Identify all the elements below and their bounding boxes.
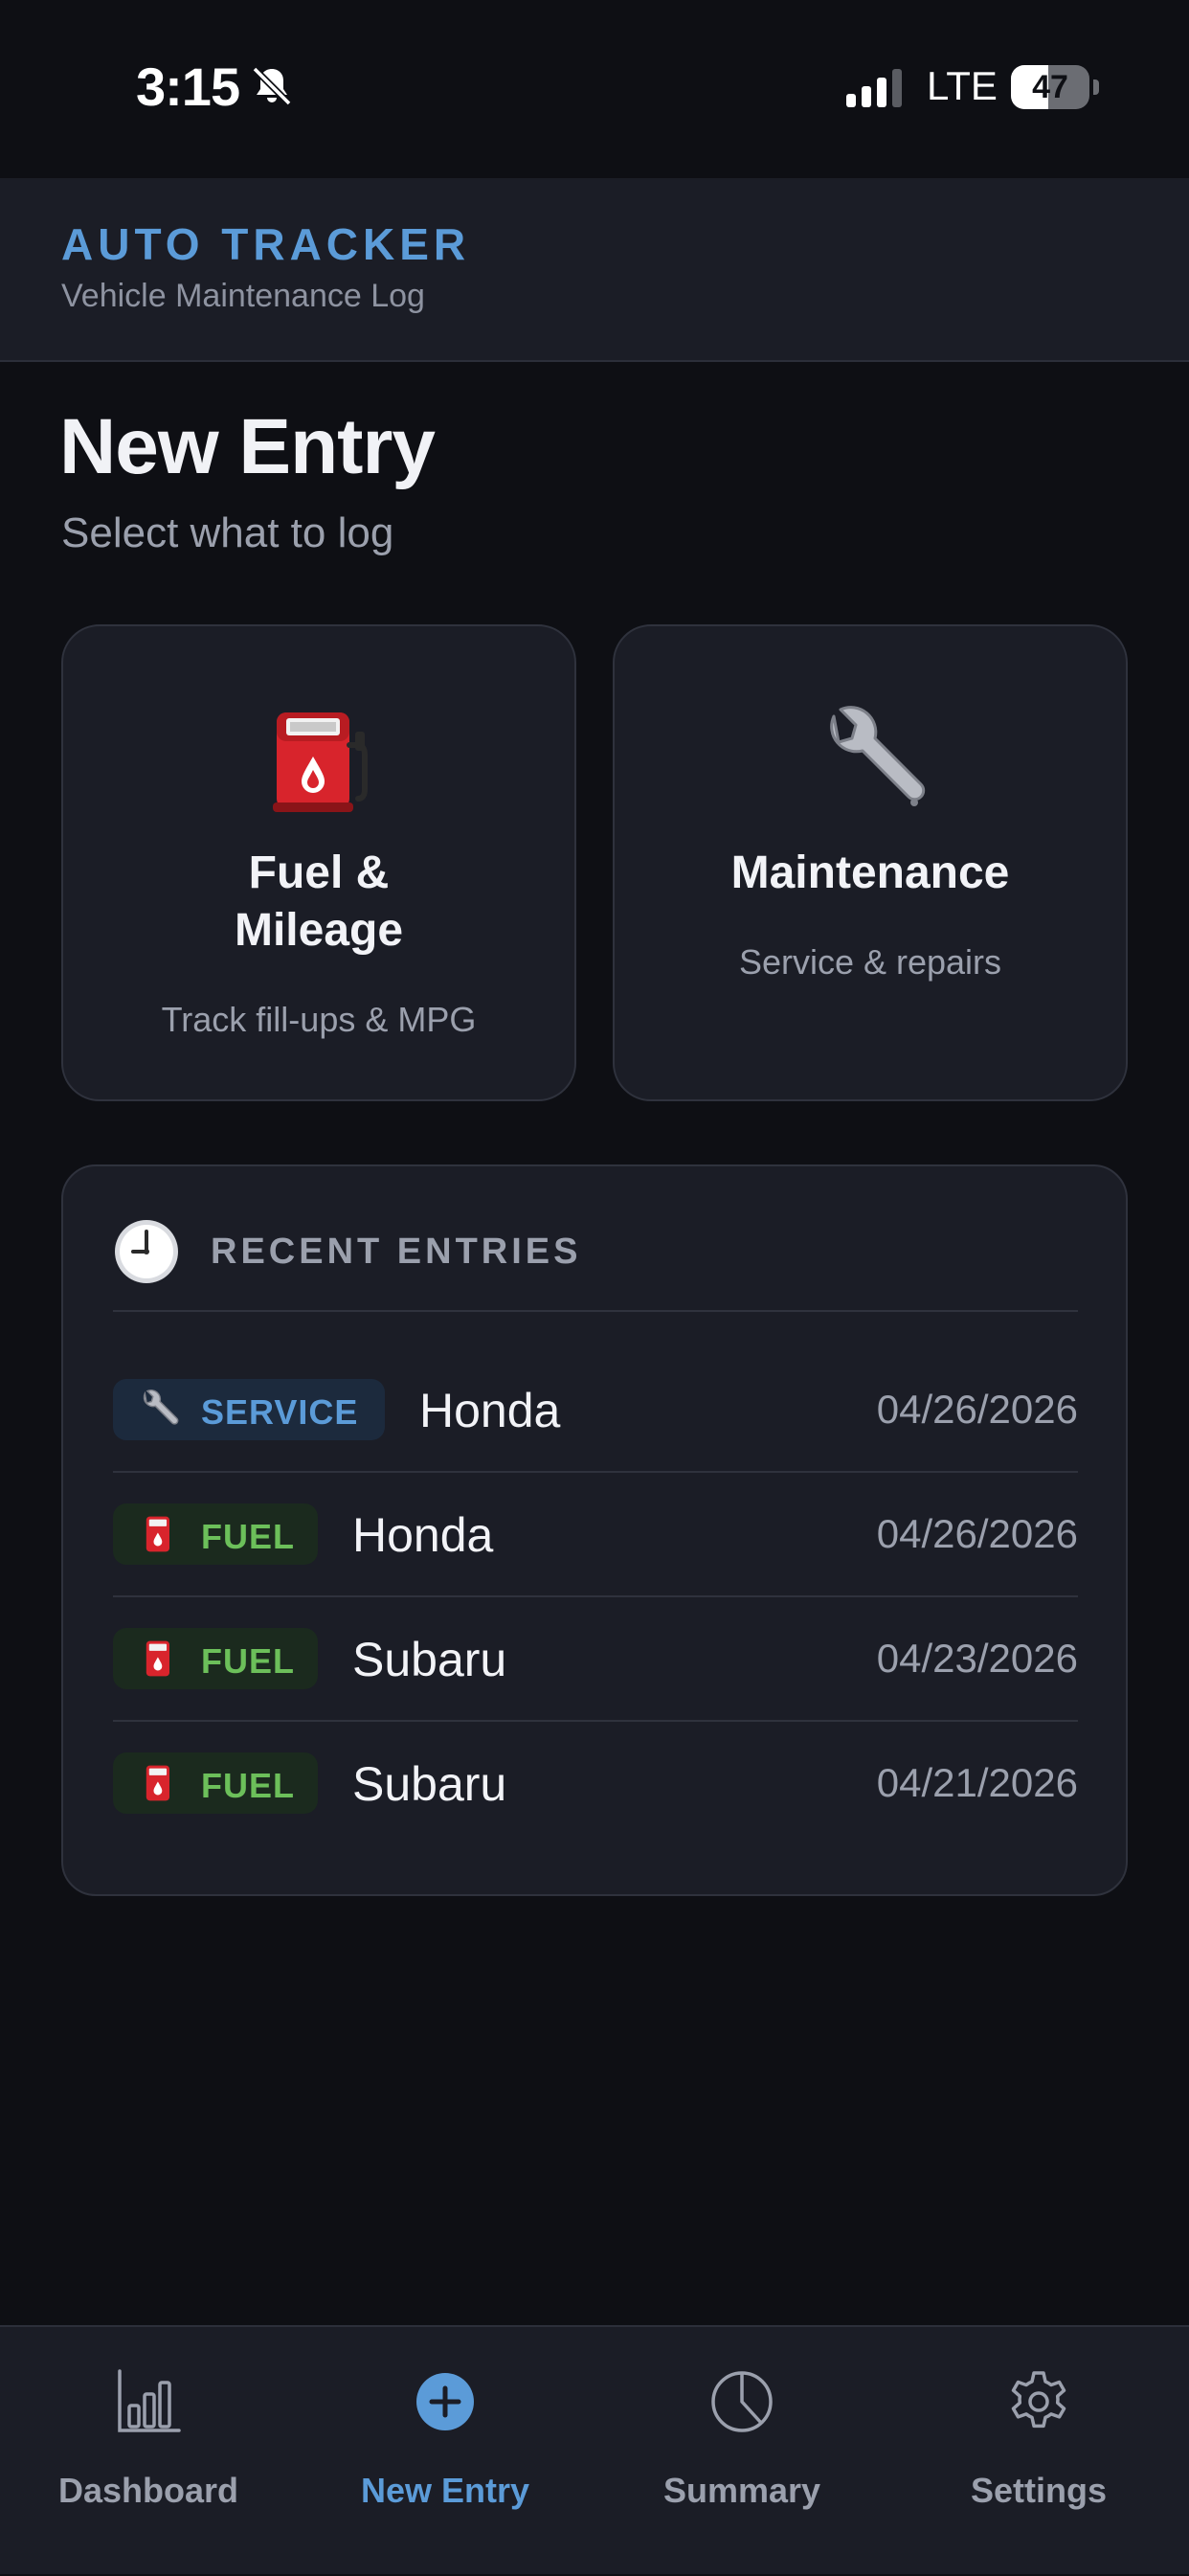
cellular-signal-icon — [846, 69, 902, 107]
fuel-card-title-line2: Mileage — [234, 905, 404, 956]
app-subtitle: Vehicle Maintenance Log — [61, 278, 425, 314]
tab-settings[interactable]: Settings — [890, 2327, 1187, 2576]
tab-label: Dashboard — [57, 2471, 239, 2510]
wrench-icon — [143, 1389, 179, 1425]
tab-label: New Entry — [360, 2471, 530, 2510]
fuel-pump-icon — [146, 1765, 169, 1801]
status-bar: 3:15 LTE 47 — [0, 0, 1189, 178]
battery-cap — [1093, 79, 1099, 95]
clock-icon — [115, 1220, 178, 1283]
maintenance-card-description: Service & repairs — [738, 942, 1002, 982]
fuel-pump-icon — [146, 1516, 169, 1552]
entry-row[interactable]: FUEL Subaru 04/23/2026 — [113, 1597, 1078, 1722]
page-title: New Entry — [59, 403, 436, 490]
page-subtitle: Select what to log — [61, 509, 394, 556]
gear-icon — [1011, 2371, 1066, 2429]
fuel-card-title-line1: Fuel & — [248, 847, 390, 898]
entry-date: 04/26/2026 — [876, 1511, 1078, 1556]
fuel-mileage-card[interactable]: Fuel & Mileage Track fill-ups & MPG — [61, 624, 576, 1101]
entry-type-badge-fuel: FUEL — [113, 1503, 318, 1565]
entry-type-label: FUEL — [201, 1517, 295, 1556]
entry-vehicle: Subaru — [352, 1757, 507, 1811]
entry-date: 04/21/2026 — [876, 1760, 1078, 1805]
fuel-pump-icon — [273, 712, 368, 812]
fuel-pump-icon — [146, 1640, 169, 1677]
recent-entries-panel: RECENT ENTRIES SERVICE Honda 04/26/2026 … — [61, 1164, 1128, 1896]
entry-row[interactable]: FUEL Subaru 04/21/2026 — [113, 1722, 1078, 1846]
entry-type-badge-fuel: FUEL — [113, 1752, 318, 1814]
battery-percent: 47 — [1032, 69, 1068, 105]
entry-date: 04/23/2026 — [876, 1636, 1078, 1681]
bottom-tab-bar: Dashboard New Entry Summary Settings — [0, 2325, 1189, 2574]
entry-date: 04/26/2026 — [876, 1387, 1078, 1432]
tab-summary[interactable]: Summary — [594, 2327, 890, 2576]
maintenance-card[interactable]: Maintenance Service & repairs — [613, 624, 1128, 1101]
recent-divider — [113, 1310, 1078, 1312]
entry-type-badge-service: SERVICE — [113, 1379, 385, 1440]
bar-chart-icon — [118, 2369, 181, 2432]
entry-row[interactable]: SERVICE Honda 04/26/2026 — [113, 1348, 1078, 1473]
pie-chart-icon — [711, 2371, 773, 2432]
entry-type-label: SERVICE — [201, 1392, 359, 1432]
network-type-label: LTE — [927, 63, 998, 108]
tab-label: Settings — [970, 2471, 1107, 2510]
maintenance-card-title: Maintenance — [730, 847, 1010, 898]
wrench-icon — [830, 706, 926, 806]
entry-vehicle: Subaru — [352, 1633, 507, 1686]
entry-type-label: FUEL — [201, 1641, 295, 1681]
entry-row[interactable]: FUEL Honda 04/26/2026 — [113, 1473, 1078, 1597]
battery-indicator: 47 — [1011, 65, 1099, 109]
entry-vehicle: Honda — [352, 1508, 494, 1562]
recent-entries-title: RECENT ENTRIES — [211, 1232, 582, 1272]
status-time: 3:15 — [136, 56, 240, 117]
plus-circle-icon — [416, 2373, 474, 2430]
tab-label: Summary — [662, 2471, 821, 2510]
app-header: AUTO TRACKER Vehicle Maintenance Log — [0, 178, 1189, 362]
entry-type-badge-fuel: FUEL — [113, 1628, 318, 1689]
fuel-card-description: Track fill-ups & MPG — [161, 1000, 477, 1039]
bell-muted-icon — [252, 66, 292, 106]
tab-dashboard[interactable]: Dashboard — [0, 2327, 297, 2576]
tab-new-entry[interactable]: New Entry — [297, 2327, 594, 2576]
entry-vehicle: Honda — [419, 1384, 561, 1437]
entry-type-label: FUEL — [201, 1766, 295, 1805]
app-title: AUTO TRACKER — [61, 219, 471, 269]
